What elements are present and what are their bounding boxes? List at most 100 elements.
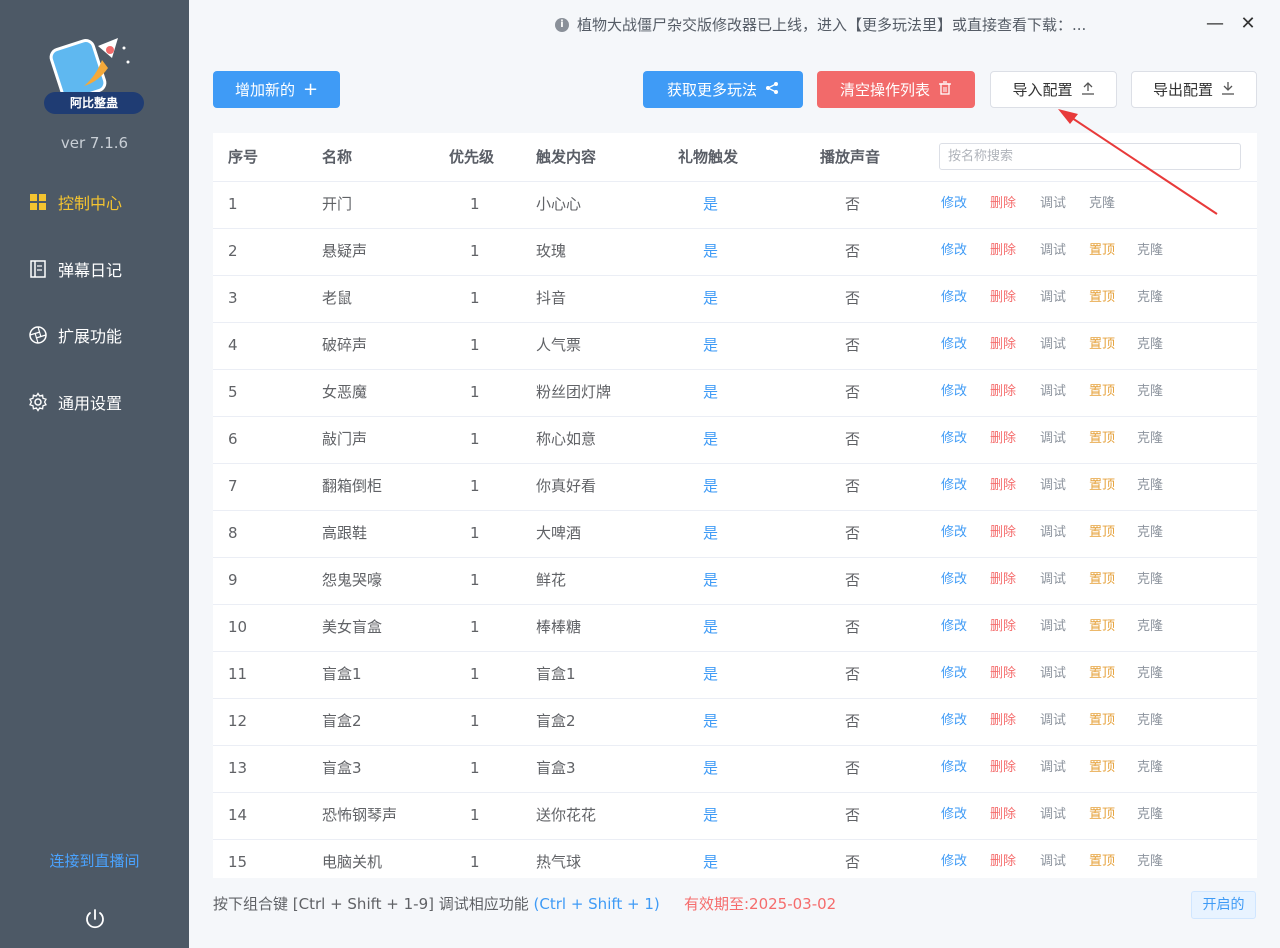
close-button[interactable]: ✕ bbox=[1236, 12, 1260, 36]
edit-action[interactable]: 修改 bbox=[941, 369, 967, 415]
clone-action[interactable]: 克隆 bbox=[1137, 792, 1163, 838]
import-config-button[interactable]: 导入配置 bbox=[990, 71, 1117, 108]
debug-action[interactable]: 调试 bbox=[1040, 463, 1066, 509]
debug-action[interactable]: 调试 bbox=[1040, 698, 1066, 744]
delete-action[interactable]: 删除 bbox=[990, 604, 1016, 650]
clear-list-button[interactable]: 清空操作列表 bbox=[817, 71, 975, 108]
clone-action[interactable]: 克隆 bbox=[1137, 463, 1163, 509]
edit-action[interactable]: 修改 bbox=[941, 557, 967, 603]
delete-action[interactable]: 删除 bbox=[990, 839, 1016, 878]
edit-action[interactable]: 修改 bbox=[941, 275, 967, 321]
clone-action[interactable]: 克隆 bbox=[1137, 369, 1163, 415]
delete-action[interactable]: 删除 bbox=[990, 181, 1016, 227]
delete-action[interactable]: 删除 bbox=[990, 745, 1016, 791]
edit-action[interactable]: 修改 bbox=[941, 228, 967, 274]
edit-action[interactable]: 修改 bbox=[941, 604, 967, 650]
pin-top-action[interactable]: 置顶 bbox=[1089, 745, 1115, 791]
notice-banner[interactable]: i 植物大战僵尸杂交版修改器已上线，进入【更多玩法里】或直接查看下载：... bbox=[555, 14, 1086, 35]
connect-live-room-link[interactable]: 连接到直播间 bbox=[0, 850, 189, 871]
sidebar-item-general-settings[interactable]: 通用设置 bbox=[28, 387, 122, 417]
cell-play-sound: 否 bbox=[845, 477, 861, 495]
clone-action[interactable]: 克隆 bbox=[1137, 416, 1163, 462]
edit-action[interactable]: 修改 bbox=[941, 745, 967, 791]
debug-action[interactable]: 调试 bbox=[1040, 510, 1066, 556]
search-input[interactable] bbox=[939, 143, 1241, 170]
pin-top-action[interactable]: 置顶 bbox=[1089, 228, 1115, 274]
add-new-label: 增加新的 bbox=[234, 81, 295, 99]
debug-action[interactable]: 调试 bbox=[1040, 557, 1066, 603]
add-new-button[interactable]: 增加新的 + bbox=[213, 71, 340, 108]
debug-action[interactable]: 调试 bbox=[1040, 745, 1066, 791]
debug-action[interactable]: 调试 bbox=[1040, 322, 1066, 368]
debug-action[interactable]: 调试 bbox=[1040, 275, 1066, 321]
edit-action[interactable]: 修改 bbox=[941, 792, 967, 838]
delete-action[interactable]: 删除 bbox=[990, 369, 1016, 415]
power-icon[interactable] bbox=[83, 907, 107, 931]
clone-action[interactable]: 克隆 bbox=[1137, 604, 1163, 650]
clone-action[interactable]: 克隆 bbox=[1137, 228, 1163, 274]
cell-index: 15 bbox=[228, 853, 248, 871]
clone-action[interactable]: 克隆 bbox=[1137, 510, 1163, 556]
debug-action[interactable]: 调试 bbox=[1040, 651, 1066, 697]
clone-action[interactable]: 克隆 bbox=[1137, 557, 1163, 603]
edit-action[interactable]: 修改 bbox=[941, 322, 967, 368]
cell-name: 悬疑声 bbox=[322, 242, 368, 260]
delete-action[interactable]: 删除 bbox=[990, 792, 1016, 838]
delete-action[interactable]: 删除 bbox=[990, 557, 1016, 603]
pin-top-action[interactable]: 置顶 bbox=[1089, 698, 1115, 744]
cell-index: 7 bbox=[228, 477, 238, 495]
minimize-button[interactable]: — bbox=[1203, 12, 1227, 36]
delete-action[interactable]: 删除 bbox=[990, 510, 1016, 556]
triggers-table: 序号 名称 优先级 触发内容 礼物触发 播放声音 1开门1小心心是否修改删除调试… bbox=[213, 133, 1257, 878]
edit-action[interactable]: 修改 bbox=[941, 181, 967, 227]
debug-action[interactable]: 调试 bbox=[1040, 416, 1066, 462]
debug-action[interactable]: 调试 bbox=[1040, 228, 1066, 274]
delete-action[interactable]: 删除 bbox=[990, 322, 1016, 368]
edit-action[interactable]: 修改 bbox=[941, 416, 967, 462]
get-more-button[interactable]: 获取更多玩法 bbox=[643, 71, 803, 108]
grid-icon bbox=[28, 192, 48, 212]
clone-action[interactable]: 克隆 bbox=[1089, 181, 1115, 227]
debug-action[interactable]: 调试 bbox=[1040, 604, 1066, 650]
pin-top-action[interactable]: 置顶 bbox=[1089, 839, 1115, 878]
sidebar-item-control-center[interactable]: 控制中心 bbox=[28, 187, 122, 217]
pin-top-action[interactable]: 置顶 bbox=[1089, 651, 1115, 697]
delete-action[interactable]: 删除 bbox=[990, 651, 1016, 697]
export-config-button[interactable]: 导出配置 bbox=[1131, 71, 1257, 108]
sidebar-item-label: 通用设置 bbox=[58, 394, 123, 413]
debug-action[interactable]: 调试 bbox=[1040, 369, 1066, 415]
sidebar-item-extensions[interactable]: 扩展功能 bbox=[28, 320, 122, 350]
pin-top-action[interactable]: 置顶 bbox=[1089, 557, 1115, 603]
sidebar-item-danmu-diary[interactable]: 弹幕日记 bbox=[28, 254, 122, 284]
pin-top-action[interactable]: 置顶 bbox=[1089, 369, 1115, 415]
edit-action[interactable]: 修改 bbox=[941, 698, 967, 744]
pin-top-action[interactable]: 置顶 bbox=[1089, 792, 1115, 838]
delete-action[interactable]: 删除 bbox=[990, 416, 1016, 462]
pin-top-action[interactable]: 置顶 bbox=[1089, 463, 1115, 509]
pin-top-action[interactable]: 置顶 bbox=[1089, 510, 1115, 556]
pin-top-action[interactable]: 置顶 bbox=[1089, 275, 1115, 321]
cell-name: 盲盒1 bbox=[322, 665, 362, 683]
pin-top-action[interactable]: 置顶 bbox=[1089, 416, 1115, 462]
delete-action[interactable]: 删除 bbox=[990, 698, 1016, 744]
edit-action[interactable]: 修改 bbox=[941, 839, 967, 878]
edit-action[interactable]: 修改 bbox=[941, 510, 967, 556]
pin-top-action[interactable]: 置顶 bbox=[1089, 604, 1115, 650]
delete-action[interactable]: 删除 bbox=[990, 463, 1016, 509]
clone-action[interactable]: 克隆 bbox=[1137, 698, 1163, 744]
edit-action[interactable]: 修改 bbox=[941, 651, 967, 697]
clone-action[interactable]: 克隆 bbox=[1137, 322, 1163, 368]
clone-action[interactable]: 克隆 bbox=[1137, 839, 1163, 878]
delete-action[interactable]: 删除 bbox=[990, 228, 1016, 274]
edit-action[interactable]: 修改 bbox=[941, 463, 967, 509]
clone-action[interactable]: 克隆 bbox=[1137, 745, 1163, 791]
debug-action[interactable]: 调试 bbox=[1040, 792, 1066, 838]
status-toggle-button[interactable]: 开启的 bbox=[1191, 891, 1256, 919]
clone-action[interactable]: 克隆 bbox=[1137, 275, 1163, 321]
debug-action[interactable]: 调试 bbox=[1040, 839, 1066, 878]
cell-name: 盲盒2 bbox=[322, 712, 362, 730]
debug-action[interactable]: 调试 bbox=[1040, 181, 1066, 227]
delete-action[interactable]: 删除 bbox=[990, 275, 1016, 321]
clone-action[interactable]: 克隆 bbox=[1137, 651, 1163, 697]
pin-top-action[interactable]: 置顶 bbox=[1089, 322, 1115, 368]
